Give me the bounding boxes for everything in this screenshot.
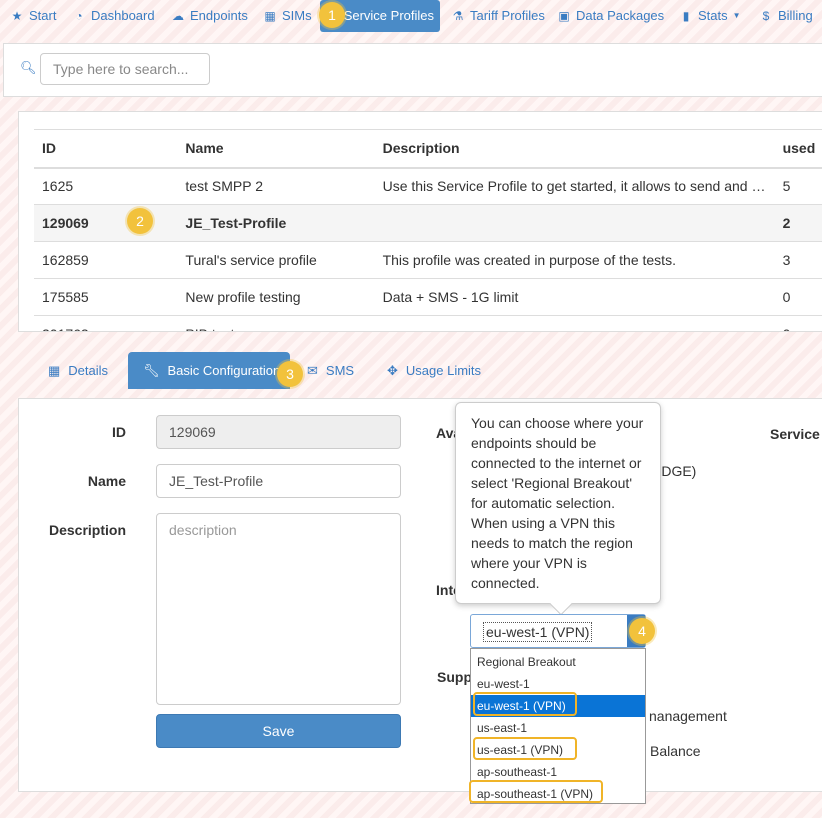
supported-label: Supp	[437, 669, 472, 685]
cell-name: New profile testing	[177, 278, 375, 316]
wrench-icon: 🔧︎	[143, 363, 160, 378]
name-label: Name	[87, 473, 126, 489]
highlight-ring	[473, 692, 577, 716]
tab-sms[interactable]: ✉ SMS	[292, 352, 369, 389]
management-option-text: nanagement	[649, 708, 727, 724]
breakout-region-select[interactable]: eu-west-1 (VPN) ▼	[470, 614, 646, 648]
table-row[interactable]: 1625 test SMPP 2 Use this Service Profil…	[34, 167, 822, 205]
nav-tariff-profiles[interactable]: ⚗ Tariff Profiles	[445, 0, 551, 32]
table-row[interactable]: 162859 Tural's service profile This prof…	[34, 241, 822, 279]
nav-stats[interactable]: ▮ Stats ▼	[673, 0, 747, 32]
nav-sims[interactable]: ▦ SIMs	[257, 0, 318, 32]
cell-description	[374, 315, 775, 331]
grid-icon: ▦	[264, 9, 276, 23]
option-us-east-1[interactable]: us-east-1	[471, 717, 645, 739]
grid-icon: ▦	[48, 363, 61, 378]
cell-id: 162859	[34, 241, 178, 279]
cell-used: 0	[774, 278, 822, 316]
chevron-down-icon: ▼	[732, 11, 741, 20]
cell-used: 3	[774, 241, 822, 279]
service-label: Service	[770, 426, 820, 442]
service-profiles-table: ID Name Description used 1625 test SMPP …	[34, 129, 822, 331]
id-field: 129069	[156, 415, 401, 449]
search-input[interactable]	[40, 53, 210, 85]
top-navbar: ★ Start ◔ Dashboard ☁ Endpoints ▦ SIMs S…	[0, 0, 822, 34]
step-badge-1: 1	[319, 2, 345, 28]
crosshair-icon: ✥	[387, 363, 398, 378]
highlight-ring	[473, 737, 577, 760]
cell-description: This profile was created in purpose of t…	[374, 241, 775, 279]
step-badge-3: 3	[277, 361, 303, 387]
star-icon: ★	[11, 9, 23, 23]
cell-used: 5	[774, 167, 822, 205]
table-row[interactable]: 201762 PIB test 0	[34, 315, 822, 331]
nav-data-packages[interactable]: ▣ Data Packages	[551, 0, 670, 32]
envelope-icon: ✉	[307, 363, 318, 378]
cell-id: 129069	[34, 204, 178, 242]
save-button[interactable]: Save	[156, 714, 401, 748]
flask-icon: ⚗	[452, 9, 464, 23]
select-value: eu-west-1 (VPN)	[483, 622, 593, 642]
cell-description: Data + SMS - 1G limit	[374, 278, 775, 316]
cell-used: 0	[774, 315, 822, 331]
cell-used: 2	[774, 204, 822, 242]
cell-name: Tural's service profile	[177, 241, 375, 279]
col-header-id[interactable]: ID	[34, 129, 178, 169]
basic-configuration-panel	[18, 398, 822, 792]
nav-billing[interactable]: $ Billing	[753, 0, 819, 32]
cell-name: test SMPP 2	[177, 167, 375, 205]
description-field[interactable]: description	[156, 513, 401, 705]
dashboard-icon: ◔	[75, 9, 83, 23]
bar-chart-icon: ▮	[682, 9, 690, 23]
search-icon: 🔍︎	[20, 60, 37, 75]
cell-name: PIB test	[177, 315, 375, 331]
cell-id: 201762	[34, 315, 178, 331]
highlight-ring	[469, 780, 603, 803]
nav-endpoints[interactable]: ☁ Endpoints	[165, 0, 254, 32]
description-label: Description	[48, 522, 126, 538]
tab-details[interactable]: ▦ Details	[33, 352, 123, 389]
briefcase-icon: ▣	[558, 9, 570, 23]
dollar-icon: $	[762, 9, 770, 23]
nav-dashboard[interactable]: ◔ Dashboard	[66, 0, 161, 32]
id-label: ID	[112, 424, 126, 440]
tab-usage-limits[interactable]: ✥ Usage Limits	[372, 352, 496, 389]
name-field[interactable]: JE_Test-Profile	[156, 464, 401, 498]
col-header-name[interactable]: Name	[177, 129, 375, 169]
col-header-used[interactable]: used	[774, 129, 822, 169]
step-badge-4: 4	[629, 618, 655, 644]
cloud-icon: ☁	[172, 9, 184, 23]
option-regional-breakout[interactable]: Regional Breakout	[471, 651, 645, 673]
cell-description	[374, 204, 775, 242]
step-badge-2: 2	[127, 208, 153, 234]
table-row[interactable]: 175585 New profile testing Data + SMS - …	[34, 278, 822, 316]
col-header-description[interactable]: Description	[374, 129, 775, 169]
breakout-tooltip: You can choose where your endpoints shou…	[455, 402, 661, 616]
tooltip-text: You can choose where your endpoints shou…	[471, 415, 644, 591]
balance-option-text: Balance	[650, 743, 701, 759]
table-header-row: ID Name Description used	[34, 129, 822, 169]
cell-id: 175585	[34, 278, 178, 316]
cell-description: Use this Service Profile to get started,…	[374, 167, 775, 205]
cell-id: 1625	[34, 167, 178, 205]
nav-start[interactable]: ★ Start	[4, 0, 62, 32]
cell-name: JE_Test-Profile	[177, 204, 375, 242]
tab-basic-configuration[interactable]: 🔧︎ Basic Configuration	[128, 352, 290, 389]
